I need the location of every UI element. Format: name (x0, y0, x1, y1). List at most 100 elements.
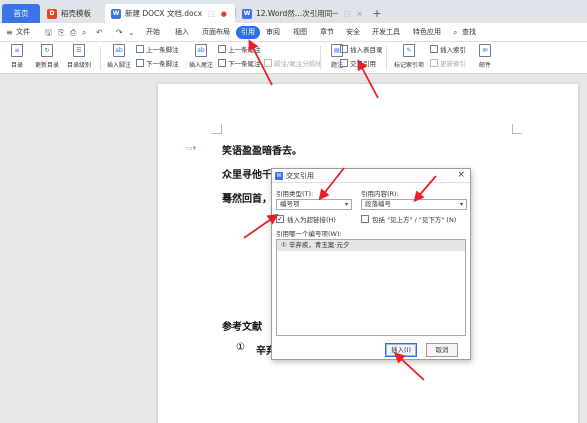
menu-review[interactable]: 审阅 (266, 26, 280, 39)
tab-templates-label: 稻壳模板 (61, 9, 91, 18)
insert-footnote-label: 插入脚注 (106, 62, 131, 69)
reference-content-label: 引用内容(R): (361, 190, 399, 198)
dialog-title: 交叉引用 (286, 171, 314, 180)
menu-insert[interactable]: 插入 (175, 26, 189, 39)
menu-developer[interactable]: 开发工具 (372, 26, 400, 39)
pin-icon[interactable]: ⬚ (208, 10, 215, 18)
numbered-items-list[interactable]: ① 辛弃疾，青玉案·元夕 (276, 239, 466, 336)
tab-home[interactable]: 首页 (2, 4, 40, 23)
menu-view[interactable]: 视图 (293, 26, 307, 39)
insert-footnote-button[interactable]: ab 插入脚注 (104, 44, 134, 72)
toc-icon: ≡ (11, 44, 23, 57)
prev-endnote-button[interactable]: 上一条尾注 (218, 45, 261, 56)
tab-home-label: 首页 (13, 9, 29, 18)
insert-index-icon (430, 45, 438, 53)
menu-security[interactable]: 安全 (346, 26, 360, 39)
update-toc-button[interactable]: ↻ 更新目录 (32, 44, 62, 72)
include-above-below-checkbox[interactable]: 包括 "见上方" / "见下方" (N) (361, 214, 456, 224)
table-of-figures-icon (340, 45, 348, 53)
cross-reference-dialog: W 交叉引用 × 引用类型(T): 编号项 ▾ 引用内容(R): 段落编号 ▾ … (271, 168, 471, 360)
save-icon[interactable]: 🖫 (45, 26, 52, 39)
tab-bar: 首页 D 稻壳模板 W 新建 DOCX 文档.docx ⬚ ● W 12.Wor… (0, 0, 587, 23)
reference-type-select[interactable]: 编号项 ▾ (276, 199, 352, 210)
cancel-button[interactable]: 取消 (426, 343, 458, 357)
close-icon[interactable]: × (457, 170, 465, 180)
insert-index-button[interactable]: 插入索引 (430, 45, 466, 56)
chevron-down-icon[interactable]: ⌄ (128, 26, 135, 39)
prev-footnote-button[interactable]: 上一条脚注 (136, 45, 179, 56)
note-separator-icon (264, 59, 272, 67)
docer-icon: D (47, 8, 57, 19)
margin-corner-mark (512, 124, 522, 134)
reference-content-select[interactable]: 段落编号 ▾ (361, 199, 467, 210)
close-icon[interactable]: × (357, 10, 363, 18)
toc-level-icon: ☰ (73, 44, 85, 57)
prev-endnote-icon (218, 45, 226, 53)
export-icon[interactable]: ⎘ (58, 26, 64, 39)
mark-index-entry-label: 标记索引项 (393, 62, 424, 69)
update-index-button[interactable]: 更新索引 (430, 59, 466, 70)
tab-document-new[interactable]: W 新建 DOCX 文档.docx ⬚ ● (105, 4, 235, 23)
unsaved-dot-icon[interactable]: ● (221, 10, 227, 18)
paragraph-nav-icon[interactable]: ▭▾ (186, 144, 198, 152)
prev-footnote-icon (136, 45, 144, 53)
menu-page-layout[interactable]: 页面布局 (202, 26, 230, 39)
menu-section[interactable]: 章节 (320, 26, 334, 39)
toc-level-button[interactable]: ☰ 目录级别 (64, 44, 94, 72)
insert-as-hyperlink-label: 插入为超链接(H) (287, 216, 336, 224)
tab-document-word12[interactable]: W 12.Word然…次引用同一篇文献 ⬚ × (236, 4, 364, 23)
reference-type-label: 引用类型(T): (276, 190, 314, 198)
next-footnote-icon (136, 59, 144, 67)
search-icon[interactable]: ⌕ (453, 26, 457, 39)
tab-document-new-label: 新建 DOCX 文档.docx (125, 9, 203, 18)
next-endnote-button[interactable]: 下一条尾注 (218, 59, 261, 70)
insert-as-hyperlink-checkbox[interactable]: ✓ 插入为超链接(H) (276, 214, 336, 224)
toc-button[interactable]: ≡ 目录 (2, 44, 32, 72)
tab-templates[interactable]: D 稻壳模板 (41, 4, 103, 23)
word-doc-icon: W (242, 8, 252, 19)
insert-table-of-figures-button[interactable]: 插入表目录 (340, 45, 383, 56)
update-toc-icon: ↻ (41, 44, 53, 57)
undo-icon[interactable]: ↶ (96, 26, 103, 39)
empty-checkbox-icon (361, 215, 369, 223)
update-index-icon (430, 59, 438, 67)
dialog-titlebar[interactable]: W 交叉引用 (272, 169, 470, 183)
redo-icon[interactable]: ↷ (116, 26, 123, 39)
new-tab-button[interactable]: + (370, 4, 384, 23)
insert-index-label: 插入索引 (440, 46, 466, 54)
insert-table-of-figures-label: 插入表目录 (350, 46, 383, 54)
cross-reference-button[interactable]: 交叉引用 (340, 59, 376, 70)
preview-icon[interactable]: ⌕ (82, 26, 86, 39)
pin-icon[interactable]: ⬚ (344, 10, 351, 18)
menu-references[interactable]: 引用 (236, 26, 260, 39)
print-icon[interactable]: ⎙ (70, 26, 76, 39)
next-footnote-button[interactable]: 下一条脚注 (136, 59, 179, 70)
menu-file[interactable]: 文件 (16, 26, 30, 39)
chevron-down-icon: ▾ (459, 201, 463, 208)
menu-search[interactable]: 查找 (462, 26, 476, 39)
checkmark-icon: ✓ (276, 215, 284, 223)
next-endnote-label: 下一条尾注 (228, 60, 261, 68)
cross-reference-label: 交叉引用 (350, 60, 376, 68)
ribbon-divider (100, 46, 101, 70)
reference-type-value: 编号项 (280, 200, 300, 208)
note-separator-button[interactable]: 脚注/尾注分隔线 (264, 59, 322, 70)
update-index-label: 更新索引 (440, 60, 466, 68)
insert-button[interactable]: 插入(I) (385, 343, 417, 357)
margin-corner-mark (212, 124, 222, 134)
prev-footnote-label: 上一条脚注 (146, 46, 179, 54)
references-heading: 参考文献 (222, 322, 262, 333)
insert-endnote-label: 插入尾注 (188, 62, 213, 69)
list-item[interactable]: ① 辛弃疾，青玉案·元夕 (277, 240, 465, 251)
mark-index-entry-button[interactable]: ✎ 标记索引项 (390, 44, 428, 72)
insert-endnote-button[interactable]: ab 插入尾注 (186, 44, 216, 72)
next-endnote-icon (218, 59, 226, 67)
wps-app-icon: W (275, 171, 283, 180)
menu-home[interactable]: 开始 (146, 26, 160, 39)
toc-level-label: 目录级别 (66, 62, 91, 69)
mail-label: 邮件 (478, 62, 491, 69)
mail-button[interactable]: ✉ 邮件 (470, 44, 500, 72)
hamburger-icon[interactable]: ≡ (6, 26, 13, 39)
note-separator-label: 脚注/尾注分隔线 (274, 60, 322, 68)
menu-special[interactable]: 特色应用 (413, 26, 441, 39)
